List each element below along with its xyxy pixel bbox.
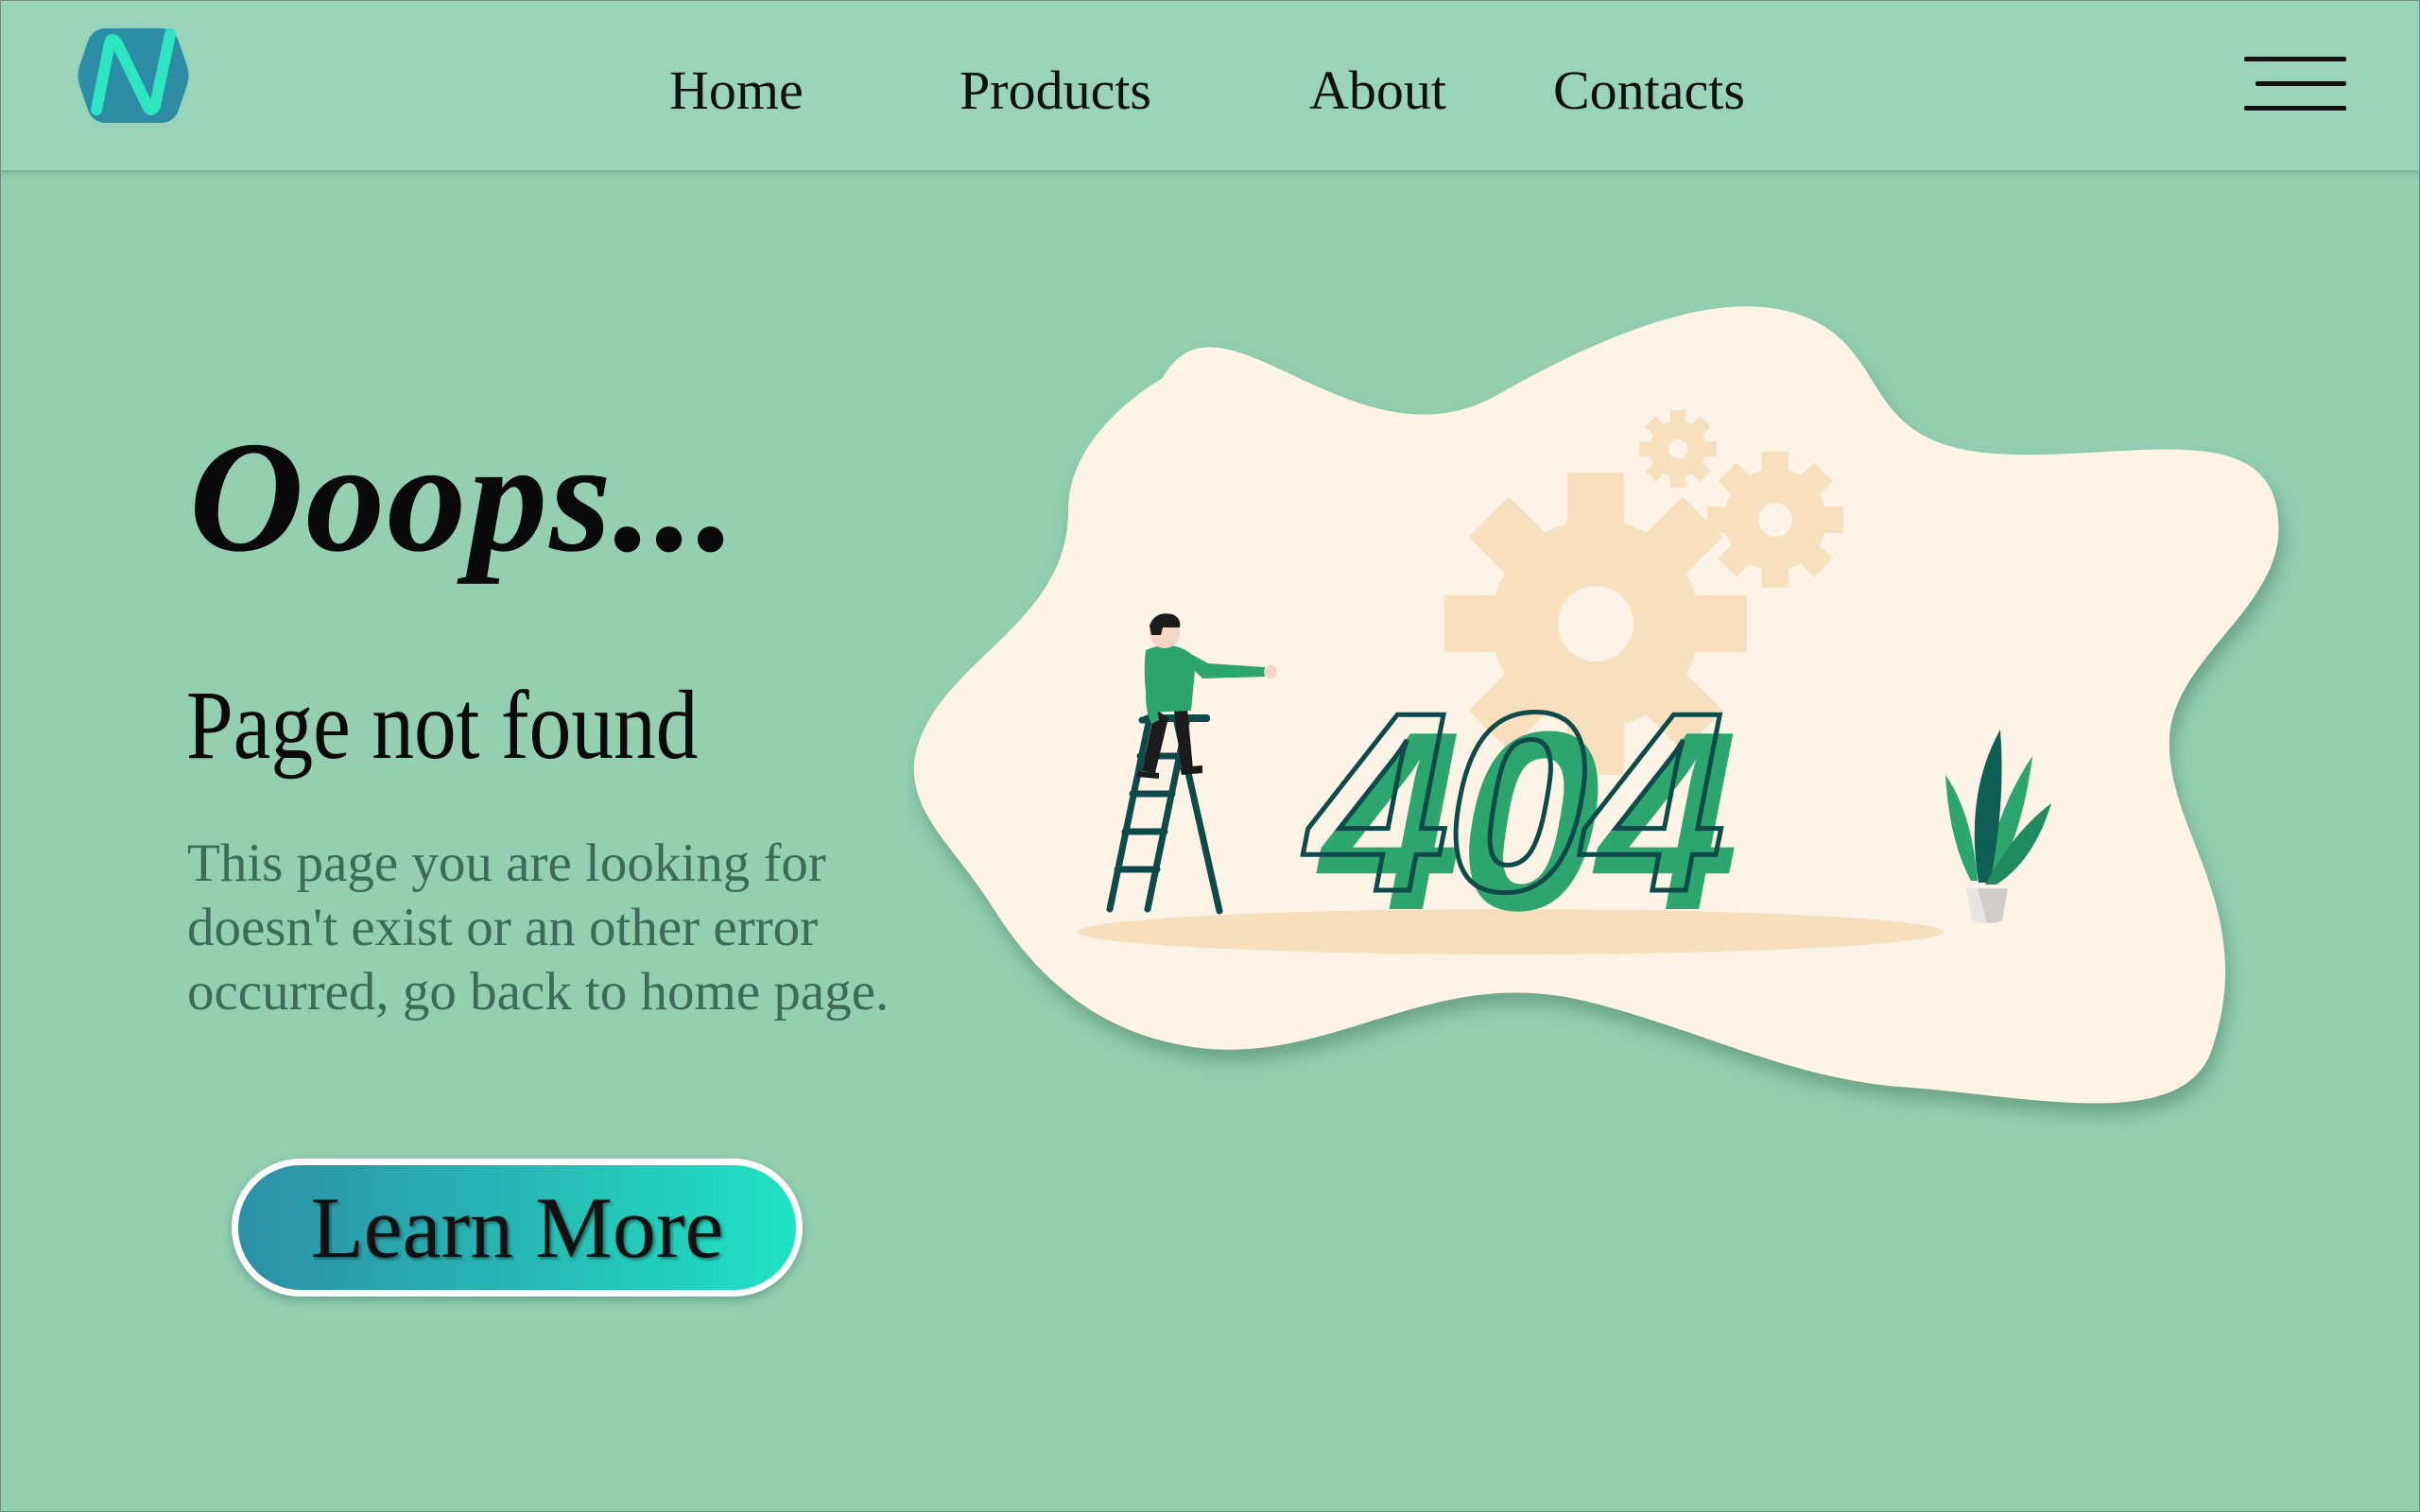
page-subtitle: Page not found — [186, 671, 699, 780]
error-code-outline: 404 — [1299, 661, 1722, 945]
nav-contacts-link[interactable]: Contacts — [1553, 59, 1745, 122]
gear-icon — [1639, 410, 1717, 488]
menu-line — [2256, 81, 2346, 86]
menu-line — [2244, 106, 2346, 111]
logo-icon[interactable] — [78, 23, 189, 129]
hamburger-menu-icon[interactable] — [2240, 55, 2346, 115]
gear-icon — [1707, 452, 1843, 588]
learn-more-button[interactable]: Learn More — [232, 1159, 803, 1297]
nav-about-link[interactable]: About — [1309, 59, 1446, 122]
nav-home-link[interactable]: Home — [669, 59, 804, 122]
error-404-illustration: 404 404 — [913, 306, 2279, 1104]
nav-products-link[interactable]: Products — [959, 59, 1151, 122]
error-description: This page you are looking for doesn't ex… — [187, 833, 890, 1022]
page-title: Ooops... — [189, 409, 738, 585]
menu-line — [2244, 57, 2346, 61]
top-navigation-bar: Home Products About Contacts — [0, 0, 2420, 170]
